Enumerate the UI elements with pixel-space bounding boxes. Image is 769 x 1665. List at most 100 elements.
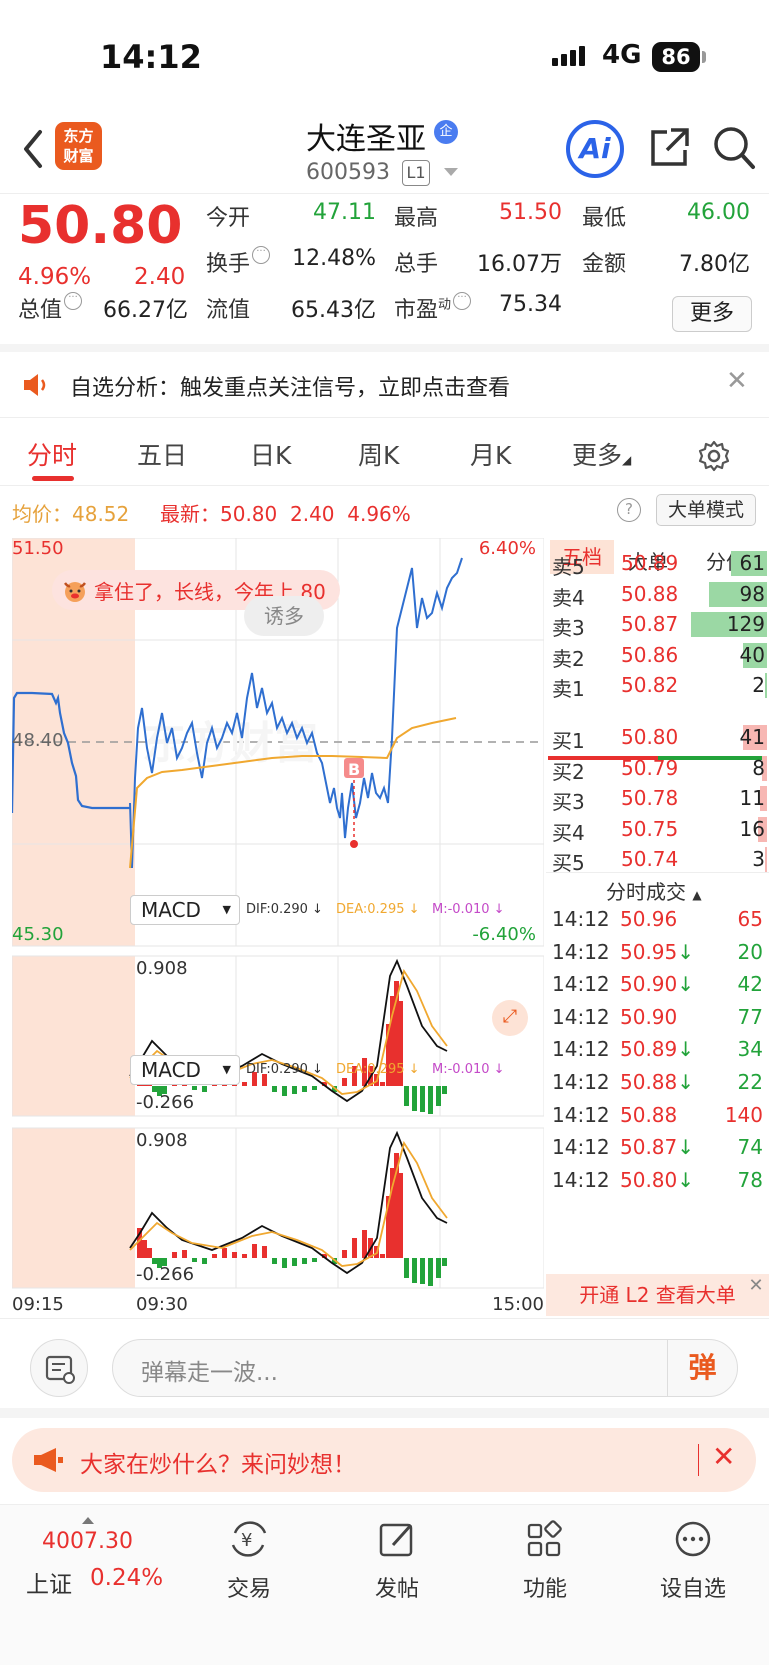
nav-add-watchlist[interactable]: 设自选 <box>643 1519 743 1603</box>
bid-row[interactable]: 买2 50.79 8 <box>546 753 769 785</box>
macd-selector-1[interactable]: MACD ▼ <box>130 895 240 925</box>
bid-row[interactable]: 买1 50.80 41 <box>546 722 769 754</box>
bid-row[interactable]: 买3 50.78 11 <box>546 783 769 815</box>
nav-post[interactable]: 发帖 <box>347 1519 447 1603</box>
trade-row[interactable]: 14:12 50.80↓ 78 <box>546 1165 769 1199</box>
trade-volume: 42 <box>737 972 763 997</box>
macd1-max: 0.908 <box>136 958 188 979</box>
down-arrow-icon: ↓ <box>677 939 695 964</box>
l2-upgrade-banner[interactable]: 开通 L2 查看大单 <box>546 1274 769 1316</box>
network-label: 4G <box>602 40 642 70</box>
trade-row[interactable]: 14:12 50.88 140 <box>546 1100 769 1134</box>
tab-five-day[interactable]: 五日 <box>137 436 187 472</box>
pe-label: 市盈动··· <box>394 292 472 324</box>
info-dots-icon[interactable]: ··· <box>453 292 472 310</box>
period-tabs: 分时 五日 日K 周K 月K 更多◢ <box>0 418 769 486</box>
nav-trade[interactable]: ¥ 交易 <box>199 1519 299 1603</box>
back-icon[interactable] <box>14 124 54 174</box>
battery-cap <box>702 51 706 63</box>
y-axis-mid: 48.40 <box>12 730 64 751</box>
info-dots-icon[interactable]: ··· <box>64 292 83 310</box>
macd-selector-2[interactable]: MACD ▼ <box>130 1055 240 1085</box>
pct-axis-bottom: -6.40% <box>472 924 536 945</box>
trade-row[interactable]: 14:12 50.90↓ 42 <box>546 969 769 1003</box>
ask-row[interactable]: 卖3 50.87 129 <box>546 609 769 641</box>
banner-text[interactable]: 大家在炒什么？来问妙想！ <box>80 1445 356 1479</box>
ask-volume: 129 <box>726 612 765 636</box>
trade-price: 50.89↓ <box>620 1037 695 1062</box>
ask-row[interactable]: 卖2 50.86 40 <box>546 640 769 672</box>
x-axis-start: 09:15 <box>12 1294 64 1315</box>
macd-bar <box>202 1258 207 1264</box>
bid-row[interactable]: 买4 50.75 16 <box>546 814 769 846</box>
trade-time: 14:12 <box>552 1070 610 1094</box>
macd-bar <box>202 1086 207 1092</box>
notice-bar[interactable]: 自选分析：触发重点关注信号，立即点击查看 ✕ <box>0 352 769 418</box>
stock-name[interactable]: 大连圣亚 <box>306 114 426 158</box>
notice-text[interactable]: 自选分析：触发重点关注信号，立即点击查看 <box>70 370 510 402</box>
y-axis-top: 51.50 <box>12 538 64 559</box>
tab-more[interactable]: 更多◢ <box>572 436 631 472</box>
trade-row[interactable]: 14:12 50.89↓ 34 <box>546 1034 769 1068</box>
nav-functions[interactable]: 功能 <box>495 1519 595 1603</box>
bid-label: 买4 <box>552 820 585 845</box>
ask-row[interactable]: 卖1 50.82 2 <box>546 670 769 702</box>
trade-row[interactable]: 14:12 50.88↓ 22 <box>546 1067 769 1101</box>
tab-weekly-k[interactable]: 周K <box>358 436 399 472</box>
trade-volume: 34 <box>737 1037 763 1062</box>
ask-row[interactable]: 卖5 50.89 61 <box>546 548 769 580</box>
more-button[interactable]: 更多 <box>672 296 752 332</box>
trade-row[interactable]: 14:12 50.95↓ 20 <box>546 937 769 971</box>
danmu-settings-icon[interactable] <box>30 1339 88 1397</box>
big-order-mode-button[interactable]: 大单模式 <box>656 494 756 526</box>
trade-row[interactable]: 14:12 50.90 77 <box>546 1002 769 1036</box>
search-icon[interactable] <box>712 124 756 172</box>
macd-bar <box>302 1086 307 1092</box>
macd-bar <box>272 1086 277 1092</box>
index-ticker[interactable]: 4007.30 上证 0.24% <box>0 1505 180 1615</box>
b-marker-label: B <box>348 760 360 779</box>
ask-row[interactable]: 卖4 50.88 98 <box>546 579 769 611</box>
macd-bar <box>292 1086 297 1094</box>
gear-icon[interactable] <box>698 440 730 472</box>
danmu-input[interactable]: 弹幕走一波... 弹 <box>112 1339 738 1397</box>
close-icon[interactable]: ✕ <box>726 366 748 396</box>
trade-price: 50.95↓ <box>620 939 695 964</box>
app-logo[interactable]: 东方 财富 <box>55 122 102 170</box>
chart-svg[interactable]: 东方财富 B <box>10 537 545 1318</box>
intraday-chart[interactable]: 东方财富 B 51.50 48.40 45.30 6.40% -6.40% 拿住… <box>10 537 545 1318</box>
edit-icon <box>379 1523 413 1557</box>
bid-label: 买2 <box>552 759 585 784</box>
tab-intraday[interactable]: 分时 <box>27 436 77 472</box>
trade-row[interactable]: 14:12 50.96 65 <box>546 904 769 938</box>
trade-price: 50.80↓ <box>620 1167 695 1192</box>
trades-title[interactable]: 分时成交 ▲ <box>606 876 702 905</box>
info-dots-icon[interactable]: ··· <box>252 246 271 264</box>
ask-assistant-banner[interactable]: 大家在炒什么？来问妙想！ ✕ <box>12 1428 756 1492</box>
level-badge[interactable]: L1 <box>402 160 430 186</box>
trade-volume: 22 <box>737 1070 763 1094</box>
macd-bar <box>312 1258 317 1262</box>
trade-time: 14:12 <box>552 1102 610 1127</box>
help-icon[interactable]: ? <box>617 498 641 522</box>
caret-up-icon <box>82 1517 94 1524</box>
macd-bar <box>172 1252 177 1258</box>
danmu-send-button[interactable]: 弹 <box>667 1340 737 1396</box>
close-icon[interactable]: ✕ <box>745 1276 767 1298</box>
macd-m-2: M:-0.010 ↓ <box>432 1062 505 1077</box>
close-icon[interactable]: ✕ <box>712 1440 735 1473</box>
share-icon[interactable] <box>647 126 691 170</box>
trade-row[interactable]: 14:12 50.87↓ 74 <box>546 1132 769 1166</box>
bid-label: 买1 <box>552 729 585 753</box>
tab-monthly-k[interactable]: 月K <box>470 436 511 472</box>
ask-label: 卖5 <box>552 555 585 579</box>
bottom-nav: 4007.30 上证 0.24% ¥ 交易 发帖 功能 设自选 <box>0 1504 769 1665</box>
chevron-down-icon[interactable] <box>444 168 458 176</box>
watermark: 东方财富 <box>142 719 318 768</box>
sentiment-tag[interactable]: 诱多 <box>244 596 324 636</box>
expand-icon[interactable]: ⤢ <box>492 1000 528 1036</box>
premarket-shade-macd1 <box>12 956 135 1116</box>
ai-button[interactable]: Ai <box>566 120 624 178</box>
volume-value: 16.07万 <box>477 252 562 277</box>
tab-daily-k[interactable]: 日K <box>250 436 291 472</box>
